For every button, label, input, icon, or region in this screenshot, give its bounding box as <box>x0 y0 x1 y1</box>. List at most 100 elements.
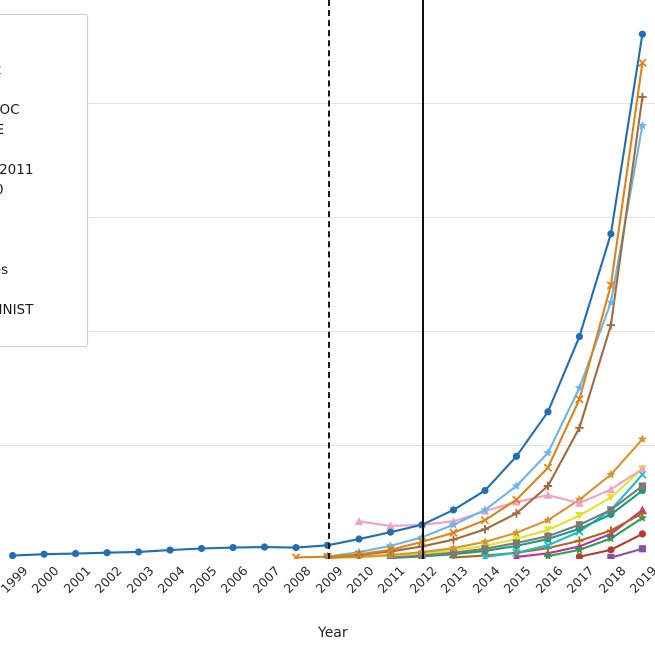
legend: Dataset MNISTImageNetLFW PASCAL VOC NUS-WI… <box>0 14 88 347</box>
data-point-marker <box>71 549 80 558</box>
data-point-marker <box>543 481 553 491</box>
x-tick-label: 2015 <box>500 563 535 597</box>
plot-area <box>0 0 655 559</box>
legend-item-label: CUB-200-2011 <box>0 162 34 178</box>
legend-item-cityscapes: Cityscapes <box>0 260 79 280</box>
data-point-marker <box>606 320 616 330</box>
legend-item-label: PASCAL VOC <box>0 102 20 118</box>
data-point-marker <box>354 516 364 525</box>
series-marker-group <box>291 58 647 559</box>
data-point-marker <box>197 544 206 553</box>
data-point-marker <box>575 512 584 521</box>
legend-item-fashion-mnist: Fashion-MNIST <box>0 300 79 320</box>
data-point-marker <box>638 482 647 490</box>
series-marker-group <box>480 470 647 559</box>
x-tick-label: 2013 <box>437 563 472 597</box>
data-point-marker <box>607 230 615 238</box>
data-point-marker <box>606 297 616 307</box>
data-point-marker <box>512 509 521 518</box>
data-point-marker <box>575 521 584 529</box>
data-point-marker <box>575 423 584 433</box>
x-tick-label: 2008 <box>280 563 314 597</box>
data-point-marker <box>481 545 489 553</box>
data-point-marker <box>544 532 552 540</box>
x-tick-label: 1999 <box>0 563 31 597</box>
x-tick-label: 2004 <box>154 563 188 597</box>
data-point-marker <box>606 485 616 494</box>
x-tick-label: 2001 <box>60 563 94 597</box>
data-point-marker <box>449 528 458 537</box>
x-tick-label: 2003 <box>123 563 157 597</box>
data-point-marker <box>574 545 584 554</box>
data-point-marker <box>386 528 395 536</box>
legend-item-ffhq: FFHQ <box>0 320 79 340</box>
data-point-marker <box>606 526 616 535</box>
data-point-marker <box>543 463 553 472</box>
x-tick-label: 2006 <box>217 563 251 597</box>
legend-item-label: Fashion-MNIST <box>0 302 34 318</box>
x-tick-label: 2010 <box>343 563 377 597</box>
series-marker-group <box>543 513 647 559</box>
data-point-marker <box>40 550 48 558</box>
x-tick-label: 2000 <box>28 563 62 597</box>
legend-item-svhn: SVHN <box>0 200 79 220</box>
data-point-marker <box>574 383 584 392</box>
series-marker-group <box>354 464 647 530</box>
data-point-marker <box>638 92 647 102</box>
data-point-marker <box>543 551 553 559</box>
reference-line-2009 <box>327 0 330 559</box>
data-point-marker <box>575 498 584 507</box>
legend-title: Dataset <box>0 20 79 40</box>
data-point-marker <box>638 30 647 38</box>
legend-items: MNISTImageNetLFWPASCAL VOCNUS-WIDECIFAR-… <box>0 40 79 340</box>
legend-item-cifar-10: CIFAR-10 <box>0 140 79 160</box>
data-point-marker <box>575 395 584 404</box>
legend-item-label: Cityscapes <box>0 262 9 278</box>
data-point-marker <box>638 58 647 67</box>
data-point-marker <box>575 332 584 341</box>
x-tick-label: 2016 <box>532 563 566 597</box>
data-point-marker <box>544 408 552 416</box>
data-point-marker <box>637 434 647 444</box>
data-point-marker <box>607 506 615 514</box>
data-point-marker <box>607 546 615 554</box>
legend-item-lfw: LFW <box>0 80 79 100</box>
x-tick-label: 2005 <box>186 563 220 597</box>
data-point-marker <box>355 535 363 543</box>
data-point-marker <box>260 543 269 551</box>
x-tick-label: 2007 <box>249 563 283 597</box>
data-point-marker <box>637 120 647 130</box>
x-tick-label: 2009 <box>312 563 346 597</box>
legend-item-flickr30k: Flickr30k <box>0 240 79 260</box>
data-point-marker <box>543 515 553 525</box>
legend-item-label: CIFAR-100 <box>0 180 4 200</box>
x-tick-label: 2019 <box>626 563 655 597</box>
data-point-marker <box>543 490 553 499</box>
x-tick-label: 2012 <box>406 563 440 597</box>
data-point-marker <box>606 469 616 479</box>
data-point-marker <box>481 486 489 495</box>
data-point-marker <box>480 525 490 534</box>
data-point-marker <box>448 519 459 529</box>
data-point-marker <box>292 543 300 552</box>
data-point-marker <box>103 549 111 557</box>
legend-item-label: ImageNet <box>0 60 1 80</box>
data-point-marker <box>638 530 647 538</box>
legend-item-cifar-100: CIFAR-100 <box>0 180 79 200</box>
data-point-marker <box>449 506 458 514</box>
x-tick-label: 2017 <box>563 563 598 597</box>
legend-item-pascal-voc: PASCAL VOC <box>0 100 79 120</box>
legend-item-nus-wide: NUS-WIDE <box>0 120 79 140</box>
data-point-marker <box>511 481 522 490</box>
data-point-marker <box>480 516 490 525</box>
data-point-marker <box>8 551 17 559</box>
data-point-marker <box>512 539 521 547</box>
data-point-marker <box>606 281 616 290</box>
data-point-marker <box>386 521 395 530</box>
data-point-marker <box>543 448 553 457</box>
legend-item-imagenet: ImageNet <box>0 60 79 80</box>
legend-item-label: NUS-WIDE <box>0 120 4 140</box>
data-point-marker <box>511 527 522 537</box>
x-tick-label: 2002 <box>91 563 125 597</box>
x-axis: 1999 2000 2001 2002 2003 2004 2005 2006 2007 2008… <box>0 559 655 655</box>
